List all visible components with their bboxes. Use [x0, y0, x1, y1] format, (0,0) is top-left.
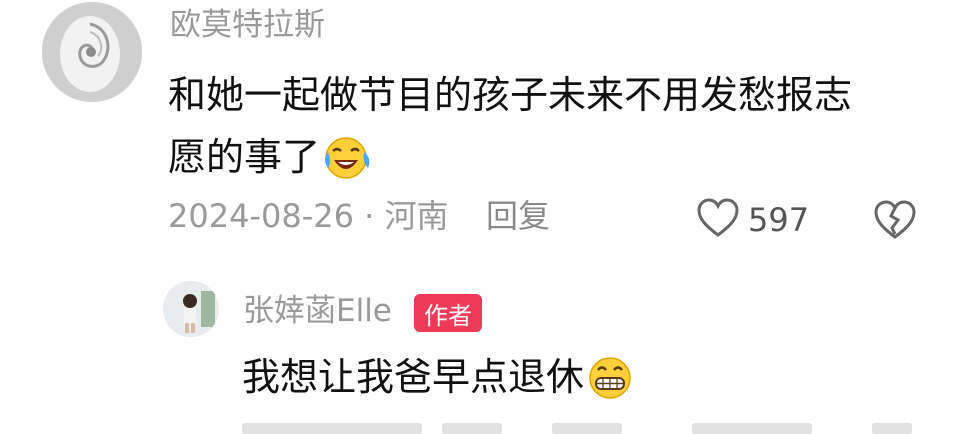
- reply-button[interactable]: 回复: [486, 200, 550, 232]
- grinning-face-icon: [586, 354, 636, 418]
- avatar[interactable]: [42, 2, 142, 102]
- comment-text: 和她一起做节目的孩子未来不用发愁报志 愿的事了: [168, 64, 928, 198]
- reply-text: 我想让我爸早点退休: [242, 346, 636, 418]
- laughing-crying-face-icon: [322, 134, 374, 198]
- meta-separator: ·: [364, 197, 375, 235]
- reply-avatar[interactable]: [163, 281, 219, 337]
- reply-meta-cutoff: [242, 420, 942, 434]
- like-count: 597: [748, 201, 810, 239]
- dislike-button[interactable]: [873, 200, 917, 244]
- comment-text-line1: 和她一起做节目的孩子未来不用发愁报志: [168, 73, 853, 117]
- comment-thread: 欧莫特拉斯 和她一起做节目的孩子未来不用发愁报志 愿的事了 2024-08-26…: [0, 0, 960, 434]
- like-button[interactable]: 597: [696, 198, 809, 242]
- avatar-image: [42, 2, 142, 102]
- reply-username[interactable]: 张婞菡Elle: [243, 296, 392, 327]
- reply-avatar-image: [163, 281, 219, 337]
- reply-text-content: 我想让我爸早点退休: [242, 355, 585, 399]
- comment-location: 河南: [384, 197, 449, 235]
- author-badge: 作者: [414, 294, 482, 332]
- comment-username[interactable]: 欧莫特拉斯: [170, 10, 325, 41]
- comment-text-line2: 愿的事了: [168, 135, 321, 179]
- heart-icon: [696, 198, 740, 242]
- broken-heart-icon: [873, 200, 917, 244]
- comment-date: 2024-08-26: [168, 197, 354, 235]
- comment-meta: 2024-08-26 · 河南: [168, 200, 449, 232]
